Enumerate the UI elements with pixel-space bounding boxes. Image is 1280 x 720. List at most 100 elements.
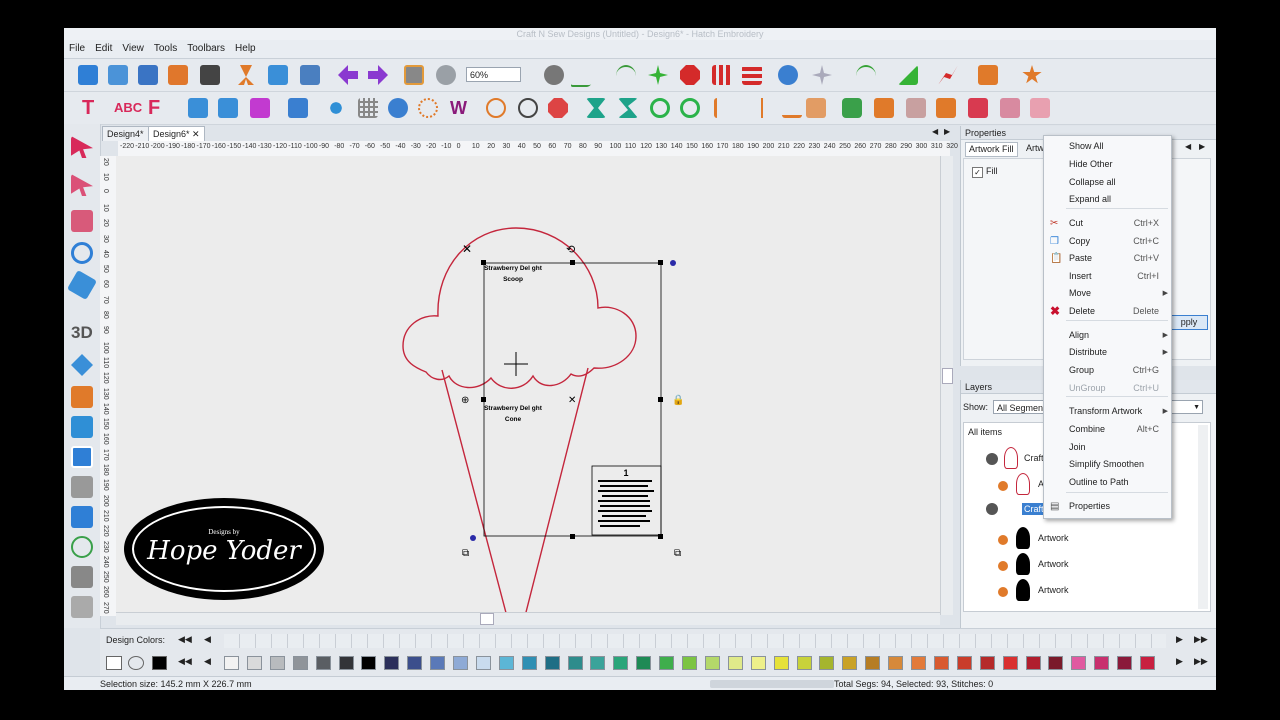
eye-icon[interactable] bbox=[986, 453, 998, 465]
color-swatch[interactable] bbox=[292, 656, 308, 670]
menu-item-move[interactable]: Move ▶ bbox=[1044, 285, 1171, 302]
menu-help[interactable]: Help bbox=[230, 40, 261, 57]
color-swatch[interactable] bbox=[1117, 656, 1133, 670]
menu-item-insert[interactable]: Insert Ctrl+I bbox=[1044, 268, 1171, 285]
tree-root[interactable]: All items bbox=[968, 427, 1002, 437]
menu-item-hide-other[interactable]: Hide Other bbox=[1044, 156, 1171, 173]
pattern-icon[interactable] bbox=[712, 65, 732, 85]
color-swatch[interactable] bbox=[269, 656, 285, 670]
stitch-list-icon[interactable] bbox=[404, 65, 424, 85]
color-tool-icon[interactable] bbox=[778, 65, 798, 85]
layer-row-label[interactable]: Craft bbox=[1024, 453, 1044, 463]
magic-wand-icon[interactable] bbox=[812, 65, 832, 85]
canvas-horizontal-scrollbar[interactable] bbox=[116, 612, 940, 625]
menu-item-group[interactable]: Group Ctrl+G bbox=[1044, 362, 1171, 379]
color-swatch[interactable] bbox=[636, 656, 652, 670]
color-swatch[interactable] bbox=[773, 656, 789, 670]
color-swatch[interactable] bbox=[1048, 656, 1064, 670]
color-swatch[interactable] bbox=[613, 656, 629, 670]
rotate-icon[interactable] bbox=[486, 98, 506, 118]
color-swatch[interactable] bbox=[544, 656, 560, 670]
prev-page-icon[interactable]: ◀ bbox=[204, 634, 211, 645]
wizard-icon[interactable] bbox=[288, 98, 308, 118]
node-icon[interactable] bbox=[71, 506, 93, 528]
line-tool-icon[interactable] bbox=[569, 65, 603, 87]
color-swatch[interactable] bbox=[659, 656, 675, 670]
color-swatch[interactable] bbox=[888, 656, 904, 670]
color-swatch[interactable] bbox=[246, 656, 262, 670]
save-icon[interactable] bbox=[138, 65, 158, 85]
paint-brush-icon[interactable] bbox=[71, 386, 93, 408]
paste-icon[interactable] bbox=[300, 65, 320, 85]
star-icon[interactable] bbox=[1022, 65, 1042, 84]
color-swatch[interactable] bbox=[384, 656, 400, 670]
color-swatch[interactable] bbox=[1002, 656, 1018, 670]
menu-item-expand-all[interactable]: Expand all bbox=[1044, 191, 1171, 208]
eye-icon[interactable] bbox=[986, 503, 998, 515]
align-center-icon[interactable] bbox=[761, 98, 763, 118]
color-swatch[interactable] bbox=[842, 656, 858, 670]
align-left-icon[interactable] bbox=[714, 98, 717, 118]
menu-item-properties[interactable]: ▤ Properties bbox=[1044, 498, 1171, 515]
font-icon[interactable]: F bbox=[148, 98, 168, 118]
color-swatch[interactable] bbox=[819, 656, 835, 670]
palette-last-icon[interactable]: ▶▶ bbox=[1194, 656, 1208, 667]
layer-row-label[interactable]: Artwork bbox=[1038, 585, 1069, 595]
arc-icon[interactable] bbox=[856, 65, 876, 87]
new-icon[interactable] bbox=[78, 65, 98, 85]
hscroll-thumb[interactable] bbox=[480, 613, 494, 625]
color-swatch[interactable] bbox=[796, 656, 812, 670]
design-colors-strip[interactable] bbox=[224, 634, 1166, 648]
combine-icon[interactable] bbox=[906, 98, 926, 118]
menu-toolbars[interactable]: Toolbars bbox=[182, 40, 230, 57]
vscroll-thumb[interactable] bbox=[942, 368, 953, 384]
color-swatch[interactable] bbox=[933, 656, 949, 670]
3d-icon[interactable]: 3D bbox=[71, 322, 93, 344]
tab-scroll-right-icon[interactable]: ▶ bbox=[944, 127, 950, 136]
subtract-icon[interactable] bbox=[1000, 98, 1020, 118]
stop-icon[interactable] bbox=[548, 98, 568, 118]
color-swatch[interactable] bbox=[407, 656, 423, 670]
color-swatch[interactable] bbox=[956, 656, 972, 670]
menu-item-cut[interactable]: ✂ Cut Ctrl+X bbox=[1044, 215, 1171, 232]
color-swatch[interactable] bbox=[750, 656, 766, 670]
zoom-select[interactable]: 60% bbox=[466, 67, 521, 82]
export-icon[interactable] bbox=[168, 65, 188, 85]
monogram-icon[interactable] bbox=[250, 98, 270, 118]
menu-item-delete[interactable]: ✖ Delete Delete bbox=[1044, 303, 1171, 320]
knife-icon[interactable] bbox=[71, 536, 93, 558]
last-page-icon[interactable]: ▶▶ bbox=[1194, 634, 1208, 645]
picture-icon[interactable] bbox=[71, 416, 93, 438]
star-burst-icon[interactable] bbox=[648, 65, 668, 85]
canvas-vertical-scrollbar[interactable] bbox=[940, 156, 953, 615]
next-page-icon[interactable]: ▶ bbox=[1176, 634, 1183, 645]
mirror-h-icon[interactable] bbox=[586, 98, 606, 118]
image-icon[interactable] bbox=[188, 98, 208, 118]
color-swatch[interactable] bbox=[704, 656, 720, 670]
center-icon[interactable] bbox=[518, 98, 538, 118]
tab-scroll-left-icon[interactable]: ◀ bbox=[932, 127, 938, 136]
color-swatch[interactable] bbox=[498, 656, 514, 670]
color-swatch[interactable] bbox=[1071, 656, 1087, 670]
palette-search-icon[interactable] bbox=[128, 656, 144, 670]
menu-tools[interactable]: Tools bbox=[149, 40, 182, 57]
menu-item-distribute[interactable]: Distribute ▶ bbox=[1044, 344, 1171, 361]
brush-icon[interactable] bbox=[218, 98, 238, 118]
copy-icon[interactable] bbox=[268, 65, 288, 85]
cut-icon[interactable] bbox=[238, 65, 254, 85]
grid-pattern-icon[interactable] bbox=[742, 65, 762, 85]
open-icon[interactable] bbox=[108, 65, 128, 85]
tab-artwork-fill[interactable]: Artwork Fill bbox=[965, 142, 1018, 157]
node-edit-icon[interactable] bbox=[71, 174, 93, 196]
current-color[interactable] bbox=[152, 656, 167, 670]
tab-design6[interactable]: Design6* ✕ bbox=[148, 126, 205, 141]
color-swatch[interactable] bbox=[567, 656, 583, 670]
color-swatch[interactable] bbox=[475, 656, 491, 670]
rotate-left-icon[interactable] bbox=[650, 98, 670, 118]
color-swatch[interactable] bbox=[1094, 656, 1110, 670]
palette-grid-icon[interactable] bbox=[106, 656, 122, 670]
menu-item-simplify-smoothen[interactable]: Simplify Smoothen bbox=[1044, 456, 1171, 473]
menu-item-collapse-all[interactable]: Collapse all bbox=[1044, 174, 1171, 191]
align-bottom-icon[interactable] bbox=[782, 115, 802, 118]
color-swatch[interactable] bbox=[682, 656, 697, 670]
